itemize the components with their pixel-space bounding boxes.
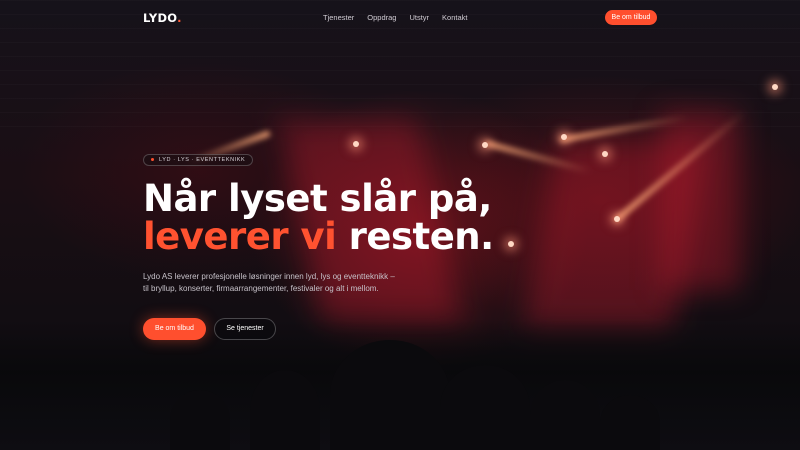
nav-link-utstyr[interactable]: Utstyr xyxy=(409,13,429,22)
crowd-silhouette-shape xyxy=(170,390,230,450)
logo-text: LYDO xyxy=(143,11,178,25)
crowd-silhouette-shape xyxy=(530,380,600,450)
tag-dot-icon xyxy=(151,158,154,161)
stage-spotlight xyxy=(508,241,514,247)
stage-spotlight xyxy=(614,216,620,222)
headline-accent: leverer vi xyxy=(143,215,337,258)
stage-spotlight xyxy=(602,151,608,157)
stage-spotlight xyxy=(353,141,359,147)
stage-spotlight xyxy=(772,84,778,90)
crowd-silhouette-shape xyxy=(330,340,450,450)
crowd-silhouette-shape xyxy=(250,370,320,450)
nav-link-oppdrag[interactable]: Oppdrag xyxy=(367,13,396,22)
hero-tag: LYD · LYS · EVENTTEKNIKK xyxy=(143,153,254,166)
headline-line-1: Når lyset slår på, xyxy=(143,177,492,220)
stage-spotlight xyxy=(561,134,567,140)
nav-links: Tjenester Oppdrag Utstyr Kontakt xyxy=(323,13,467,22)
hero-headline: Når lyset slår på, leverer vi resten. xyxy=(143,180,494,256)
request-quote-button[interactable]: Be om tilbud xyxy=(143,318,206,340)
nav-quote-button[interactable]: Be om tilbud xyxy=(605,10,657,25)
crowd-silhouette-shape xyxy=(440,365,530,450)
hero-description-line-2: til bryllup, konserter, firmaarrangement… xyxy=(143,284,379,293)
crowd-silhouette-shape xyxy=(600,395,660,450)
hero-description: Lydo AS leverer profesjonelle løsninger … xyxy=(143,271,443,295)
headline-rest: resten. xyxy=(336,215,495,258)
logo-dot: . xyxy=(177,11,182,25)
hero-tag-label: LYD · LYS · EVENTTEKNIKK xyxy=(159,156,246,163)
logo[interactable]: LYDO. xyxy=(143,11,182,25)
hero-description-line-1: Lydo AS leverer profesjonelle løsninger … xyxy=(143,272,395,281)
nav-link-kontakt[interactable]: Kontakt xyxy=(442,13,467,22)
see-services-button[interactable]: Se tjenester xyxy=(214,318,276,340)
light-cone xyxy=(660,110,740,290)
hero-actions: Be om tilbud Se tjenester xyxy=(143,318,494,340)
nav-link-tjenester[interactable]: Tjenester xyxy=(323,13,354,22)
hero-section: LYD · LYS · EVENTTEKNIKK Når lyset slår … xyxy=(143,148,494,340)
top-navigation: LYDO. Tjenester Oppdrag Utstyr Kontakt B… xyxy=(0,0,800,36)
